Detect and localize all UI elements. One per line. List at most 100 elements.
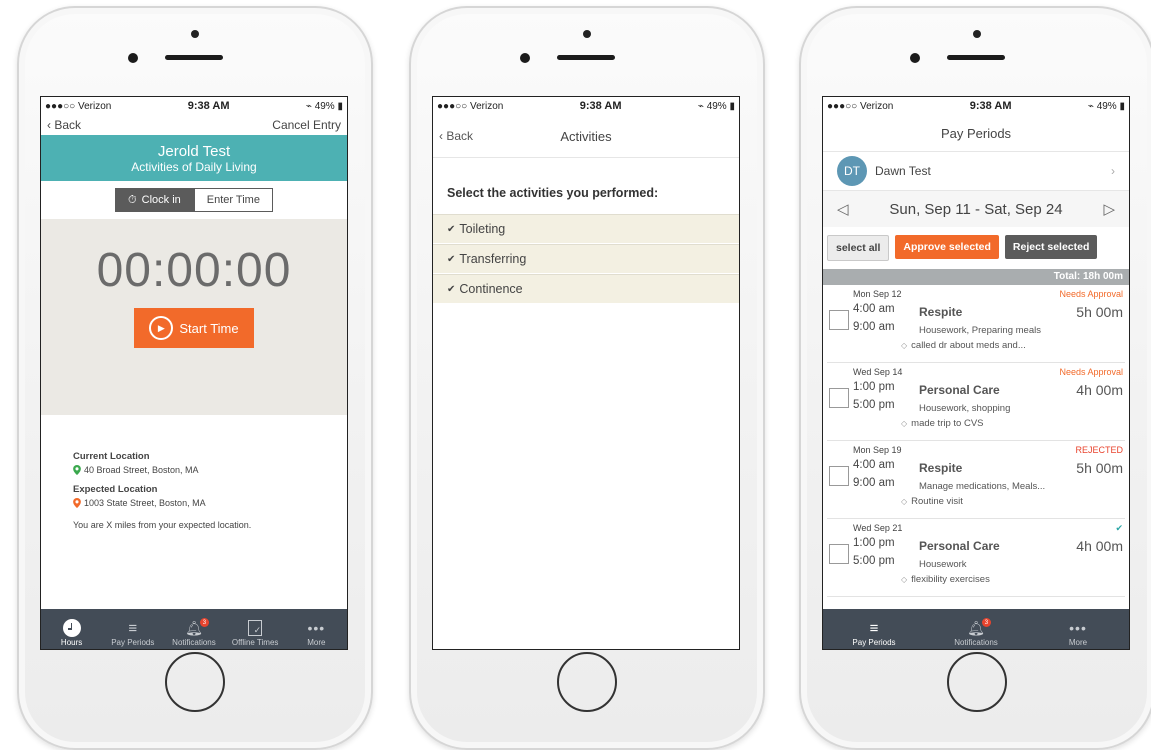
home-button[interactable]: [165, 652, 225, 712]
more-icon: •••: [1069, 620, 1087, 636]
tab-notifications[interactable]: 🔔︎ 3 Notifications: [164, 618, 224, 647]
play-icon: ▶: [149, 316, 174, 340]
nav-bar: ‹ Back Activities: [433, 115, 739, 158]
tab-offline-times[interactable]: ✓ Offline Times: [225, 618, 285, 647]
page-title: Pay Periods: [823, 115, 1129, 152]
screen-activities: ●●●○○ Verizon 9:38 AM ⌁ 49% ▮ ‹ Back Act…: [432, 96, 740, 650]
nav-bar: ‹ Back Cancel Entry: [41, 115, 347, 135]
check-icon: ✔: [447, 253, 456, 265]
entry-activities: Manage medications, Meals...: [919, 481, 1046, 492]
proximity-sensor: [910, 53, 920, 63]
chevron-right-icon: ›: [1111, 164, 1115, 178]
entry-checkbox[interactable]: [829, 388, 849, 408]
total-hours: Total: 18h 00m: [823, 269, 1129, 285]
entry-end: 5:00 pm: [853, 555, 895, 567]
prev-period-button[interactable]: ◁: [837, 200, 849, 218]
person-name: Dawn Test: [875, 164, 931, 178]
entry-note: ◇ made trip to CVS: [901, 418, 984, 429]
start-time-button[interactable]: ▶ Start Time: [134, 308, 254, 348]
entry-date: Wed Sep 21: [853, 523, 903, 533]
back-button[interactable]: ‹ Back: [439, 129, 473, 143]
clock-in-segment[interactable]: ⏱ Clock in: [115, 188, 194, 212]
tab-hours[interactable]: Hours: [42, 618, 102, 647]
current-location-label: Current Location: [73, 451, 150, 462]
entry-status: Needs Approval: [1059, 367, 1123, 377]
entry-date: Wed Sep 14: [853, 367, 903, 377]
bulk-actions: select all Approve selected Reject selec…: [823, 227, 1129, 269]
entry-checkbox[interactable]: [829, 544, 849, 564]
status-time: 9:38 AM: [579, 100, 622, 112]
carrier: ●●●○○ Verizon: [45, 100, 112, 112]
list-icon: ≡: [869, 619, 879, 637]
entry-checkbox[interactable]: [829, 310, 849, 330]
phone-2: ●●●○○ Verizon 9:38 AM ⌁ 49% ▮ ‹ Back Act…: [409, 6, 765, 750]
entry-type: Respite: [919, 305, 963, 319]
home-button[interactable]: [557, 652, 617, 712]
stopwatch-icon: ⏱: [128, 193, 137, 206]
expected-location-label: Expected Location: [73, 484, 158, 495]
earpiece-speaker: [947, 55, 1005, 60]
entry-activities: Housework, Preparing meals: [919, 325, 1041, 336]
entry-note: ◇ Routine visit: [901, 496, 963, 507]
cancel-entry-button[interactable]: Cancel Entry: [272, 118, 341, 132]
tag-icon: ◇: [901, 497, 908, 506]
activity-item-transferring[interactable]: ✔ Transferring: [433, 244, 739, 274]
more-icon: •••: [307, 620, 326, 636]
back-button[interactable]: ‹ Back: [47, 118, 81, 132]
phone-3: ●●●○○ Verizon 9:38 AM ⌁ 49% ▮ Pay Period…: [799, 6, 1151, 750]
expected-location: 1003 State Street, Boston, MA: [84, 498, 206, 508]
person-row[interactable]: DT Dawn Test ›: [823, 152, 1129, 191]
next-period-button[interactable]: ▷: [1103, 200, 1115, 218]
entry-checkbox[interactable]: [829, 466, 849, 486]
period-range: Sun, Sep 11 - Sat, Sep 24: [889, 200, 1063, 218]
entry-duration: 4h 00m: [1076, 538, 1123, 554]
entry-start: 4:00 am: [853, 459, 895, 471]
entry-duration: 5h 00m: [1076, 304, 1123, 320]
select-all-button[interactable]: select all: [827, 235, 890, 261]
time-entry[interactable]: Wed Sep 14 Needs Approval 1:00 pm 5:00 p…: [827, 363, 1125, 441]
timer-display: 00:00:00: [96, 244, 292, 297]
carrier: ●●●○○ Verizon: [437, 100, 504, 112]
status-time: 9:38 AM: [187, 100, 230, 112]
green-pin-icon: [73, 465, 81, 475]
time-entry[interactable]: Mon Sep 12 Needs Approval 4:00 am 9:00 a…: [827, 285, 1125, 363]
avatar: DT: [837, 156, 867, 186]
activity-item-toileting[interactable]: ✔ Toileting: [433, 214, 739, 244]
clock-icon: [62, 619, 81, 637]
tab-notifications[interactable]: 🔔︎ 3 Notifications: [946, 618, 1006, 647]
entry-type: Personal Care: [919, 539, 1000, 553]
entry-type: Respite: [919, 461, 963, 475]
tab-more[interactable]: ••• More: [286, 618, 346, 647]
tab-pay-periods[interactable]: ≡ Pay Periods: [844, 618, 904, 648]
entry-status: Needs Approval: [1059, 289, 1123, 299]
home-button[interactable]: [947, 652, 1007, 712]
current-location: 40 Broad Street, Boston, MA: [84, 465, 199, 475]
entry-end: 5:00 pm: [853, 399, 895, 411]
tab-pay-periods[interactable]: ≡ Pay Periods: [103, 618, 163, 648]
battery: ⌁ 49% ▮: [697, 100, 735, 112]
entry-status: REJECTED: [1075, 445, 1123, 455]
approved-check-icon: ✔: [1115, 523, 1123, 533]
entry-type: Personal Care: [919, 383, 1000, 397]
notification-badge: 3: [981, 618, 991, 627]
entry-start: 4:00 am: [853, 303, 895, 315]
service-type: Activities of Daily Living: [131, 159, 257, 174]
client-name: Jerold Test: [157, 142, 231, 160]
enter-time-segment[interactable]: Enter Time: [193, 188, 273, 212]
screen-pay-periods: ●●●○○ Verizon 9:38 AM ⌁ 49% ▮ Pay Period…: [822, 96, 1130, 650]
time-entry[interactable]: Wed Sep 21 ✔ 1:00 pm 5:00 pm Personal Ca…: [827, 519, 1125, 597]
entry-activities: Housework: [919, 559, 967, 570]
tag-icon: ◇: [901, 341, 908, 350]
tab-bar: Hours ≡ Pay Periods 🔔︎ 3 Notifications ✓ …: [41, 609, 347, 649]
entry-start: 1:00 pm: [853, 381, 895, 393]
earpiece-speaker: [165, 55, 223, 60]
status-bar: ●●●○○ Verizon 9:38 AM ⌁ 49% ▮: [823, 97, 1129, 115]
tab-more[interactable]: ••• More: [1048, 618, 1108, 647]
tag-icon: ◇: [901, 419, 908, 428]
carrier: ●●●○○ Verizon: [827, 100, 894, 112]
time-entry[interactable]: Mon Sep 19 REJECTED 4:00 am 9:00 am Resp…: [827, 441, 1125, 519]
front-camera: [191, 30, 199, 38]
approve-selected-button[interactable]: Approve selected: [895, 235, 999, 259]
reject-selected-button[interactable]: Reject selected: [1004, 235, 1098, 259]
activity-item-continence[interactable]: ✔ Continence: [433, 274, 739, 304]
